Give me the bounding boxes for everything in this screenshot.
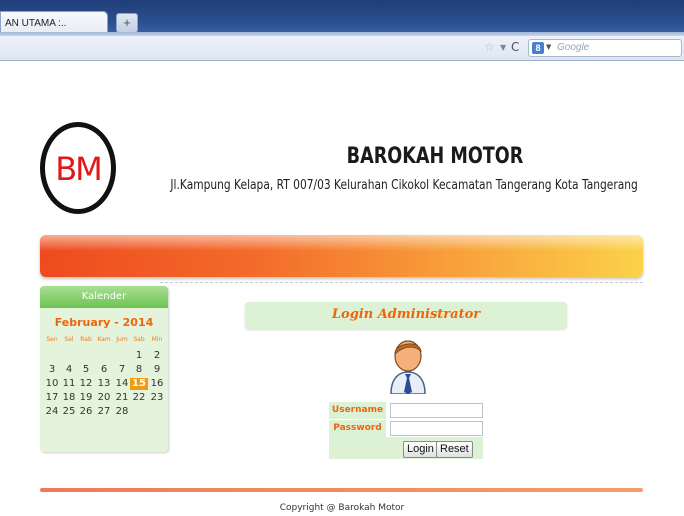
calendar-weekday: Sel: [64, 336, 74, 343]
calendar-day: 13: [97, 378, 111, 389]
calendar-day: 12: [79, 378, 93, 389]
calendar-day: 8: [135, 364, 143, 375]
calendar-day: 5: [82, 364, 90, 375]
password-input[interactable]: [390, 421, 483, 436]
calendar-day: 26: [79, 406, 93, 417]
login-button[interactable]: Login: [403, 441, 438, 458]
footer-divider: [40, 488, 643, 492]
calendar-weekday: Sen: [46, 336, 58, 343]
calendar-today: 15: [130, 378, 148, 390]
calendar-day: 16: [150, 378, 164, 389]
calendar-day: 1: [135, 350, 143, 361]
header-banner: [40, 235, 643, 277]
reload-icon[interactable]: C: [511, 39, 519, 55]
calendar-day: 21: [115, 392, 129, 403]
calendar-day: 17: [45, 392, 59, 403]
username-input[interactable]: [390, 403, 483, 418]
calendar-weekday: Sab: [133, 336, 145, 343]
browser-navigation-bar: ☆ ▼ C 8 ▼ Google: [0, 36, 684, 61]
calendar-weekday: Kam: [97, 336, 111, 343]
calendar-weekday: Jum: [116, 336, 128, 343]
calendar-day: 25: [62, 406, 76, 417]
bookmark-star-icon[interactable]: ☆: [484, 40, 495, 54]
calendar-heading: Kalender: [40, 286, 168, 308]
search-engine-icon[interactable]: 8: [532, 42, 544, 54]
calendar-day: 7: [118, 364, 126, 375]
user-avatar-icon: [390, 340, 426, 394]
calendar-month: February - 2014: [54, 316, 154, 329]
site-address: Jl.Kampung Kelapa, RT 007/03 Kelurahan C…: [170, 178, 638, 193]
calendar-day: 11: [62, 378, 76, 389]
calendar-widget: Kalender February - 2014 Sen Sel Rab Kam Jum…: [40, 286, 168, 452]
calendar-day: 24: [45, 406, 59, 417]
search-engine-dropdown-icon[interactable]: ▼: [546, 43, 551, 51]
calendar-day: 22: [132, 392, 146, 403]
browser-tab[interactable]: AN UTAMA :..: [0, 11, 108, 36]
site-title: BAROKAH MOTOR: [346, 144, 524, 169]
calendar-day: 6: [100, 364, 108, 375]
username-label: Username: [329, 402, 386, 419]
calendar-day: 28: [115, 406, 129, 417]
search-placeholder: Google: [557, 42, 590, 53]
calendar-day: 14: [115, 378, 129, 389]
login-panel-header: Login Administrator: [245, 302, 567, 329]
login-title: Login Administrator: [331, 307, 481, 322]
password-label: Password: [329, 420, 386, 437]
tab-title: AN UTAMA :..: [5, 18, 67, 29]
site-logo: BM: [40, 122, 116, 214]
calendar-day: 2: [153, 350, 161, 361]
divider: [160, 282, 643, 283]
calendar-day: 3: [48, 364, 56, 375]
calendar-day: 27: [97, 406, 111, 417]
logo-text: BM: [55, 150, 103, 188]
calendar-day: 18: [62, 392, 76, 403]
browser-tab-strip: AN UTAMA :.. +: [0, 0, 684, 36]
calendar-day: 19: [79, 392, 93, 403]
calendar-weekday: Min: [151, 336, 163, 343]
calendar-weekday: Rab: [80, 336, 92, 343]
calendar-day: 23: [150, 392, 164, 403]
calendar-day: 10: [45, 378, 59, 389]
calendar-day: 20: [97, 392, 111, 403]
new-tab-button[interactable]: +: [116, 13, 138, 33]
calendar-day: 9: [153, 364, 161, 375]
copyright-text: Copyright @ Barokah Motor: [279, 503, 405, 513]
browser-search-box[interactable]: 8 ▼ Google: [528, 39, 682, 57]
history-dropdown-icon[interactable]: ▼: [500, 41, 506, 55]
reset-button[interactable]: Reset: [436, 441, 473, 458]
calendar-day: 4: [65, 364, 73, 375]
